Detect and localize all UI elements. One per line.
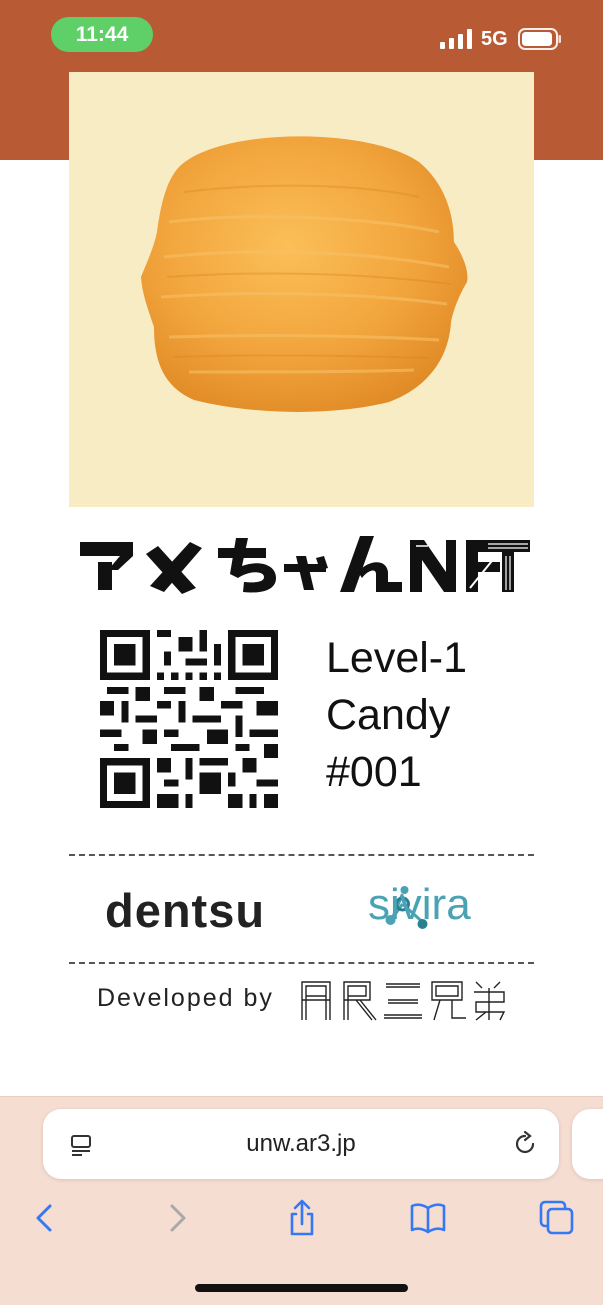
sivira-logo-text: sivira bbox=[368, 880, 471, 929]
level-text: Level-1 bbox=[326, 634, 468, 682]
signal-icon bbox=[440, 29, 472, 49]
reload-icon[interactable] bbox=[511, 1130, 539, 1158]
address-bar[interactable]: unw.ar3.jp bbox=[43, 1109, 559, 1179]
dentsu-logo: dentsu bbox=[105, 884, 266, 937]
tabs-icon[interactable] bbox=[537, 1198, 577, 1238]
next-tab-bar[interactable] bbox=[572, 1109, 603, 1179]
developed-by-label: Developed by bbox=[97, 984, 274, 1012]
nft-info: Level-1 Candy #001 bbox=[326, 630, 467, 801]
qr-code[interactable] bbox=[100, 630, 278, 808]
amechan-nft-logo bbox=[80, 536, 530, 594]
battery-icon bbox=[518, 28, 561, 50]
network-label: 5G bbox=[481, 28, 508, 50]
url-text[interactable]: unw.ar3.jp bbox=[43, 1109, 559, 1179]
type-text: Candy bbox=[326, 691, 451, 739]
home-indicator[interactable] bbox=[195, 1284, 408, 1292]
back-icon[interactable] bbox=[26, 1198, 66, 1238]
candy-image bbox=[69, 72, 534, 507]
candy-illustration bbox=[141, 136, 468, 412]
divider bbox=[69, 962, 534, 964]
ar-sankyodai-logo bbox=[301, 981, 506, 1021]
serial-text: #001 bbox=[326, 748, 422, 796]
status-bar: 11:44 5G bbox=[0, 0, 603, 72]
time-pill[interactable]: 11:44 bbox=[51, 17, 153, 52]
time-text: 11:44 bbox=[75, 22, 129, 46]
share-icon[interactable] bbox=[282, 1198, 322, 1238]
divider bbox=[69, 854, 534, 856]
bookmarks-icon[interactable] bbox=[408, 1198, 448, 1238]
forward-icon[interactable] bbox=[156, 1198, 196, 1238]
